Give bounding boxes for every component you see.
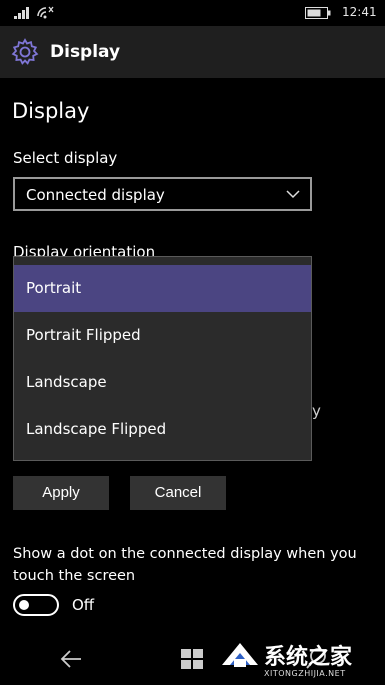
cancel-button[interactable]: Cancel	[130, 476, 226, 510]
option-label: Landscape	[26, 373, 107, 391]
apply-button[interactable]: Apply	[13, 476, 109, 510]
page-title: Display	[12, 99, 90, 123]
orientation-dropdown-list: Portrait Portrait Flipped Landscape Land…	[13, 256, 312, 461]
watermark-name: 系统之家	[264, 645, 353, 670]
clock: 12:41	[342, 5, 377, 19]
windows-icon[interactable]	[181, 649, 203, 669]
option-label: Landscape Flipped	[26, 420, 167, 438]
toggle-knob	[19, 600, 29, 610]
watermark: 系统之家 XITONGZHIJIA.NET	[214, 633, 385, 685]
battery-icon	[305, 7, 331, 19]
orientation-option-portrait-flipped[interactable]: Portrait Flipped	[14, 312, 311, 359]
gear-icon	[11, 38, 39, 65]
option-label: Portrait Flipped	[26, 326, 141, 344]
back-icon[interactable]	[60, 649, 82, 669]
status-bar: 12:41	[0, 0, 385, 26]
option-label: Portrait	[26, 279, 82, 297]
app-header: Display	[0, 26, 385, 78]
orientation-option-landscape-flipped[interactable]: Landscape Flipped	[14, 406, 311, 453]
orientation-label: Display orientation	[13, 243, 156, 257]
orientation-option-landscape[interactable]: Landscape	[14, 359, 311, 406]
select-display-dropdown[interactable]: Connected display	[13, 177, 312, 211]
signal-icon	[14, 7, 29, 19]
watermark-url: XITONGZHIJIA.NET	[264, 669, 346, 678]
watermark-logo	[222, 643, 258, 667]
select-display-label: Select display	[13, 149, 118, 167]
select-display-value: Connected display	[26, 186, 165, 204]
app-title: Display	[50, 42, 121, 62]
orientation-option-portrait[interactable]: Portrait	[14, 265, 311, 312]
wifi-icon	[37, 6, 54, 19]
toggle-state: Off	[72, 596, 95, 614]
dot-toggle[interactable]	[13, 594, 59, 616]
hidden-control-edge: y	[312, 402, 321, 420]
chevron-down-icon	[286, 190, 300, 199]
dot-setting-label: Show a dot on the connected display when…	[13, 546, 357, 584]
